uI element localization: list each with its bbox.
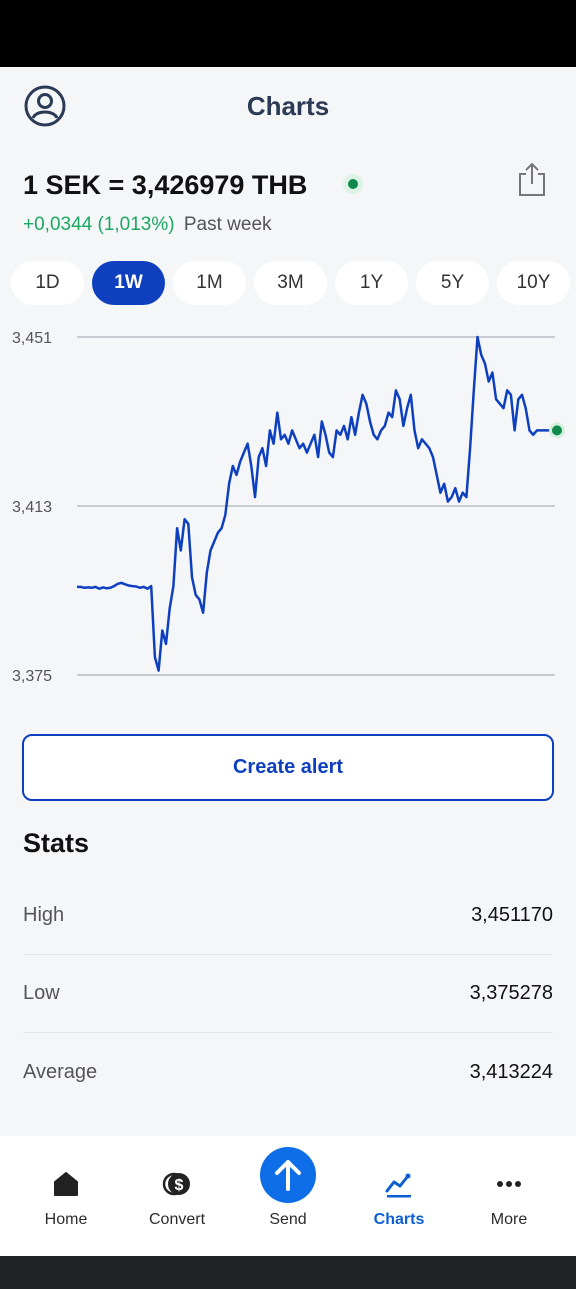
nav-label: More	[490, 1211, 528, 1228]
share-icon[interactable]	[517, 162, 547, 198]
home-icon	[54, 1172, 78, 1196]
nav-label: Charts	[373, 1211, 425, 1228]
create-alert-button[interactable]: Create alert	[22, 734, 554, 801]
y-tick-label: 3,451	[12, 330, 52, 347]
stat-value: 3,375278	[469, 981, 553, 1004]
rate-chart: 3,451 3,413 3,375	[12, 330, 565, 685]
stat-high: High 3,451170	[23, 876, 553, 954]
live-indicator-icon	[343, 174, 363, 194]
change-value: +0,0344 (1,013%)	[23, 214, 175, 235]
nav-more[interactable]: More	[454, 1136, 564, 1256]
nav-convert[interactable]: $ Convert	[122, 1136, 232, 1256]
current-point	[552, 425, 562, 436]
range-1y-button[interactable]: 1Y	[335, 261, 408, 305]
nav-label: Home	[44, 1211, 88, 1228]
charts-icon	[385, 1173, 411, 1198]
rate-row: 1 SEK = 3,426979 THB	[23, 162, 553, 206]
stat-label: High	[23, 903, 65, 926]
svg-text:$: $	[175, 1177, 184, 1194]
range-selector: 1D 1W 1M 3M 1Y 5Y 10Y	[11, 261, 571, 305]
send-button	[260, 1147, 316, 1203]
change-period: Past week	[183, 214, 272, 235]
stat-label: Average	[23, 1060, 98, 1083]
page-title: Charts	[246, 91, 330, 121]
range-10y-button[interactable]: 10Y	[497, 261, 570, 305]
nav-label: Send	[269, 1211, 307, 1228]
nav-send[interactable]: Send	[233, 1136, 343, 1256]
range-1d-button[interactable]: 1D	[11, 261, 84, 305]
y-tick-label: 3,375	[12, 668, 52, 685]
stats-title: Stats	[23, 828, 90, 858]
range-5y-button[interactable]: 5Y	[416, 261, 489, 305]
stat-average: Average 3,413224	[23, 1033, 553, 1111]
more-dots-icon	[497, 1181, 521, 1187]
nav-charts[interactable]: Charts	[344, 1136, 454, 1256]
rate-change: +0,0344 (1,013%) Past week	[23, 214, 272, 236]
series-line	[77, 335, 548, 672]
y-tick-label: 3,413	[12, 499, 52, 516]
stat-value: 3,451170	[471, 903, 553, 926]
exchange-rate: 1 SEK = 3,426979 THB	[23, 170, 308, 200]
range-1m-button[interactable]: 1M	[173, 261, 246, 305]
range-3m-button[interactable]: 3M	[254, 261, 327, 305]
status-bar	[0, 0, 576, 67]
stat-low: Low 3,375278	[23, 954, 553, 1032]
stat-label: Low	[23, 981, 60, 1004]
nav-label: Convert	[148, 1211, 206, 1228]
stat-value: 3,413224	[469, 1060, 553, 1083]
range-1w-button[interactable]: 1W	[92, 261, 165, 305]
send-arrow-icon	[275, 1160, 301, 1191]
app-bar: Charts	[0, 67, 576, 147]
convert-dollar-icon: $	[162, 1172, 190, 1196]
nav-home[interactable]: Home	[11, 1136, 121, 1256]
system-nav-bar	[0, 1256, 576, 1289]
bottom-nav: Home $ Convert Send Charts More	[0, 1136, 576, 1256]
